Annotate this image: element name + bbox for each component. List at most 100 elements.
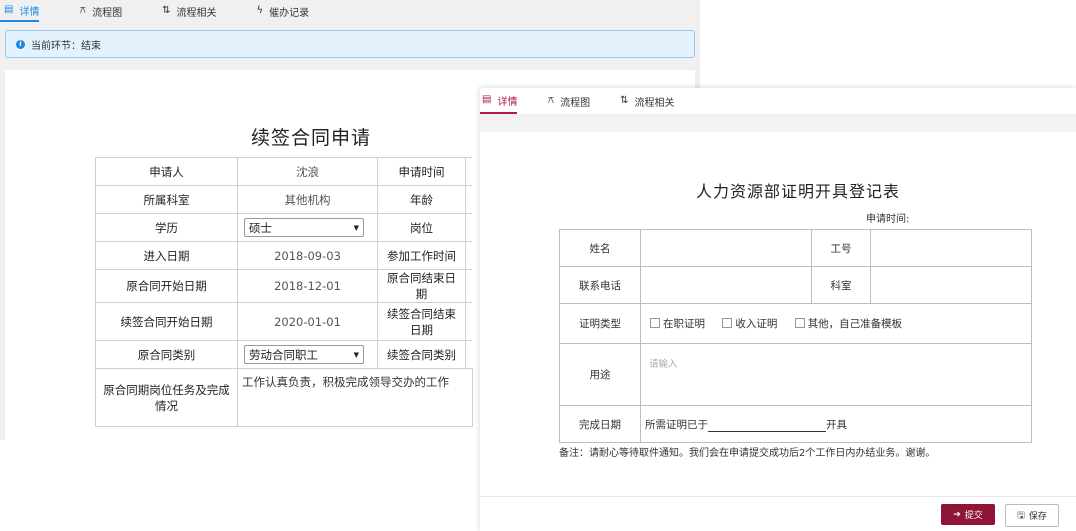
table-row: 联系电话 科室 <box>559 266 1032 304</box>
renew-type-label: 续签合同类别 <box>377 340 466 369</box>
form-title: 续签合同申请 <box>251 127 372 149</box>
front-header-strip <box>480 114 1076 132</box>
tab-urge-record[interactable]: ϟ 催办记录 <box>257 0 310 22</box>
table-row: 续签合同开始日期 2020-01-01 续签合同结束日期 <box>95 302 472 341</box>
tab-details[interactable]: ▤ 详情 <box>480 88 518 114</box>
table-row: 原合同类别 劳动合同职工 ▼ 续签合同类别 <box>95 340 472 369</box>
tab-label: 流程图 <box>560 97 591 109</box>
details-icon: ▤ <box>4 4 14 15</box>
renew-start-label: 续签合同开始日期 <box>95 302 238 341</box>
age-value <box>465 185 472 214</box>
remark-note: 备注：请耐心等待取件通知。我们会在申请提交成功后2个工作日内办结业务。谢谢。 <box>559 448 936 459</box>
orig-start-label: 原合同开始日期 <box>95 269 238 303</box>
tab-process-related[interactable]: ⇅ 流程相关 <box>162 0 216 22</box>
renew-end-value <box>465 302 472 341</box>
dept-label: 科室 <box>811 266 871 304</box>
checkbox-label: 收入证明 <box>735 317 778 330</box>
finish-prefix: 所需证明已于 <box>645 418 708 431</box>
applicant-value: 沈浪 <box>237 157 378 186</box>
tab-label: 详情 <box>19 6 40 18</box>
checkbox-employment-cert[interactable]: 在职证明 <box>650 316 705 331</box>
apply-time-label: 申请时间 <box>377 157 466 186</box>
save-label: 保存 <box>1028 512 1047 522</box>
renew-start-value: 2020-01-01 <box>237 302 378 341</box>
process-related-icon: ⇅ <box>620 95 629 106</box>
renewal-form-table: 申请人 沈浪 申请时间 所属科室 其他机构 年龄 学历 硕士 ▼ 岗位 进入日期… <box>95 157 473 427</box>
checkbox-income-cert[interactable]: 收入证明 <box>722 316 777 331</box>
job-no-field[interactable] <box>870 229 1032 267</box>
education-selected-value: 硕士 <box>249 220 272 235</box>
tab-flowchart[interactable]: ⚻ 流程图 <box>547 88 590 114</box>
flowchart-icon: ⚻ <box>79 5 87 16</box>
submit-icon: ➔ <box>953 509 961 520</box>
tab-label: 流程相关 <box>634 97 675 109</box>
urge-record-icon: ϟ <box>256 5 264 16</box>
tab-details[interactable]: ▤ 详情 <box>0 0 40 22</box>
checkbox-other-cert[interactable]: 其他，自己准备模板 <box>794 316 903 331</box>
footer-divider <box>480 496 1076 497</box>
duty-value[interactable]: 工作认真负责，积极完成领导交办的工作 <box>237 368 473 427</box>
work-start-label: 参加工作时间 <box>377 241 466 270</box>
submit-button[interactable]: ➔ 提交 <box>941 504 995 525</box>
job-no-label: 工号 <box>811 229 871 267</box>
purpose-textarea[interactable]: 请输入 <box>640 343 1032 406</box>
certificate-form-table: 姓名 工号 联系电话 科室 证明类型 在职证明 收入证明 其他，自己准备模板 用… <box>559 229 1032 443</box>
finish-suffix: 开具 <box>826 418 847 431</box>
table-row: 原合同开始日期 2018-12-01 原合同结束日期 <box>95 269 472 303</box>
front-window: ▤ 详情 ⚻ 流程图 ⇅ 流程相关 人力资源部证明开具登记表 申请时间: 姓名 … <box>480 88 1076 531</box>
finish-date-label: 完成日期 <box>559 405 641 443</box>
submit-label: 提交 <box>964 511 983 521</box>
tab-label: 流程相关 <box>176 7 217 19</box>
save-icon: 🖫 <box>1017 510 1025 521</box>
education-label: 学历 <box>95 213 238 242</box>
finish-date-cell: 所需证明已于 开具 <box>640 405 1032 443</box>
orig-start-value: 2018-12-01 <box>237 269 378 303</box>
tab-flowchart[interactable]: ⚻ 流程图 <box>79 0 122 22</box>
table-row: 申请人 沈浪 申请时间 <box>95 157 472 186</box>
phone-field[interactable] <box>640 266 812 304</box>
table-row: 所属科室 其他机构 年龄 <box>95 185 472 214</box>
duty-label: 原合同期岗位任务及完成情况 <box>95 368 238 427</box>
apply-time-label: 申请时间: <box>866 214 910 225</box>
orig-type-cell: 劳动合同职工 ▼ <box>237 340 378 369</box>
dept-label: 所属科室 <box>95 185 238 214</box>
table-row: 学历 硕士 ▼ 岗位 <box>95 213 472 242</box>
table-row: 用途 请输入 <box>559 343 1032 406</box>
table-row: 原合同期岗位任务及完成情况 工作认真负责，积极完成领导交办的工作 <box>95 368 473 427</box>
education-select[interactable]: 硕士 ▼ <box>244 218 364 237</box>
orig-type-label: 原合同类别 <box>95 340 238 369</box>
purpose-placeholder: 请输入 <box>649 359 678 370</box>
work-start-value <box>465 241 472 270</box>
education-cell: 硕士 ▼ <box>237 213 378 242</box>
process-related-icon: ⇅ <box>162 5 171 16</box>
applicant-label: 申请人 <box>95 157 238 186</box>
entry-date-value: 2018-09-03 <box>237 241 378 270</box>
name-label: 姓名 <box>559 229 641 267</box>
entry-date-label: 进入日期 <box>95 241 238 270</box>
renew-type-value[interactable] <box>465 340 472 369</box>
checkbox-icon <box>794 318 805 329</box>
checkbox-label: 在职证明 <box>663 317 705 330</box>
finish-date-blank[interactable] <box>708 420 826 432</box>
form-title: 人力资源部证明开具登记表 <box>696 182 901 201</box>
save-button[interactable]: 🖫 保存 <box>1005 504 1059 527</box>
table-row: 进入日期 2018-09-03 参加工作时间 <box>95 241 472 270</box>
cert-type-options: 在职证明 收入证明 其他，自己准备模板 <box>640 303 1032 344</box>
current-step-notice: i 当前环节：结束 <box>5 30 695 58</box>
tab-process-related[interactable]: ⇅ 流程相关 <box>620 88 674 114</box>
checkbox-icon <box>722 318 733 329</box>
notice-text: 当前环节：结束 <box>31 40 101 52</box>
info-icon: i <box>16 39 25 49</box>
post-value[interactable] <box>465 213 472 242</box>
dropdown-arrow-icon: ▼ <box>353 350 359 359</box>
tab-label: 详情 <box>497 96 518 108</box>
name-field[interactable] <box>640 229 812 267</box>
dept-field[interactable] <box>870 266 1032 304</box>
orig-contract-type-select[interactable]: 劳动合同职工 ▼ <box>244 345 364 364</box>
tab-label: 催办记录 <box>269 7 310 19</box>
renew-end-label: 续签合同结束日期 <box>377 302 466 341</box>
front-tab-bar: ▤ 详情 ⚻ 流程图 ⇅ 流程相关 <box>480 88 705 114</box>
details-icon: ▤ <box>482 94 492 105</box>
orig-end-label: 原合同结束日期 <box>377 269 466 303</box>
checkbox-label: 其他，自己准备模板 <box>807 317 903 330</box>
